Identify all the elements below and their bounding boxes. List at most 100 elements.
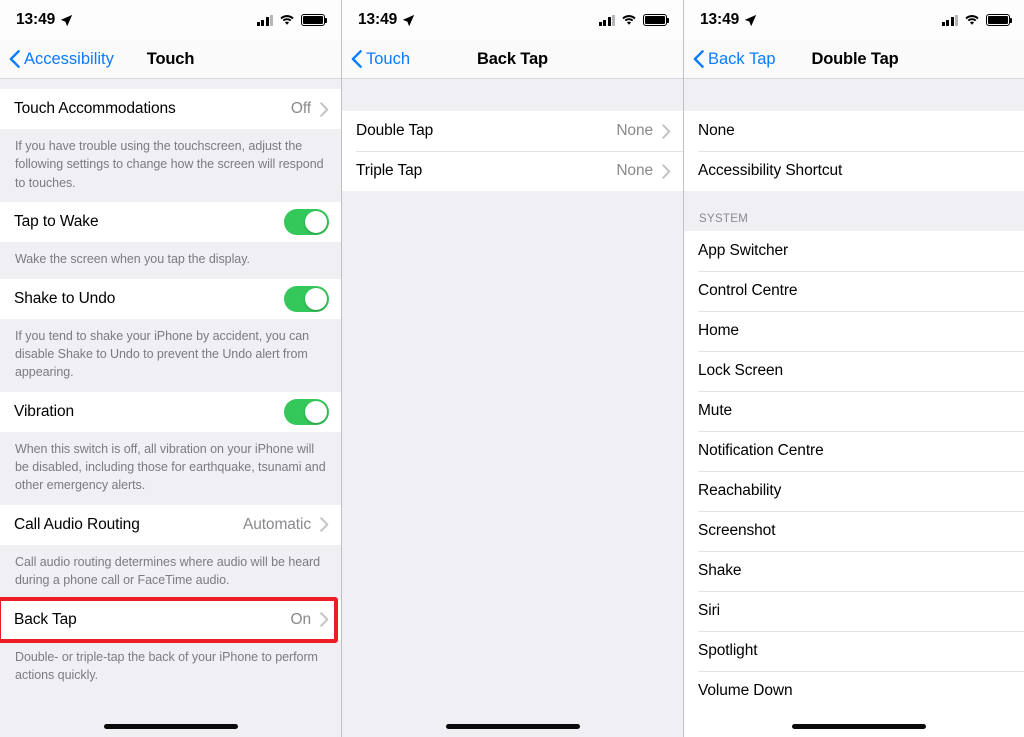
row-label: Screenshot bbox=[698, 522, 776, 539]
row-tap-to-wake[interactable]: Tap to Wake bbox=[0, 202, 341, 243]
empty-area bbox=[342, 191, 683, 691]
row-call-audio-routing[interactable]: Call Audio Routing Automatic bbox=[0, 504, 341, 545]
option-none[interactable]: None bbox=[684, 111, 1024, 151]
back-button-accessibility[interactable]: Accessibility bbox=[9, 50, 114, 69]
row-back-tap[interactable]: Back Tap On bbox=[0, 599, 341, 640]
chevron-right-icon bbox=[320, 517, 329, 533]
row-label: Notification Centre bbox=[698, 442, 824, 459]
nav-bar-touch: Accessibility Touch bbox=[0, 40, 341, 79]
status-bar-right bbox=[598, 14, 670, 26]
row-triple-tap[interactable]: Triple Tap None bbox=[342, 151, 683, 191]
status-bar-right bbox=[941, 14, 1013, 26]
chevron-left-icon bbox=[351, 50, 362, 68]
status-bar-time: 13:49 bbox=[16, 11, 56, 28]
row-label: Spotlight bbox=[698, 642, 758, 659]
row-label: Lock Screen bbox=[698, 362, 784, 379]
home-indicator bbox=[792, 724, 926, 729]
chevron-left-icon bbox=[693, 50, 704, 68]
row-label: Control Centre bbox=[698, 282, 798, 299]
option-spotlight[interactable]: Spotlight bbox=[684, 631, 1024, 671]
panel-back-tap: 13:49 Touch Back Tap Double Tap None Tri… bbox=[342, 0, 683, 737]
row-label: Call Audio Routing bbox=[14, 515, 140, 533]
double-tap-options-list: None Accessibility Shortcut SYSTEM App S… bbox=[684, 79, 1024, 737]
back-tap-list: Double Tap None Triple Tap None bbox=[342, 79, 683, 737]
row-shake-to-undo[interactable]: Shake to Undo bbox=[0, 278, 341, 319]
option-volume-down[interactable]: Volume Down bbox=[684, 671, 1024, 711]
back-button-back-tap[interactable]: Back Tap bbox=[693, 50, 776, 69]
wifi-icon bbox=[965, 15, 979, 25]
panel-touch-settings: 13:49 Accessibility Touch Touch Accommod… bbox=[0, 0, 341, 737]
nav-bar-back-tap: Touch Back Tap bbox=[342, 40, 683, 79]
home-indicator bbox=[103, 724, 238, 729]
battery-full-icon bbox=[643, 14, 670, 26]
back-button-label: Touch bbox=[366, 49, 411, 68]
status-bar: 13:49 bbox=[684, 0, 1024, 40]
chevron-left-icon bbox=[9, 50, 20, 68]
toggle-tap-to-wake[interactable] bbox=[284, 209, 329, 236]
footnote-tap-to-wake: Wake the screen when you tap the display… bbox=[0, 242, 341, 279]
section-header-system: SYSTEM bbox=[684, 191, 1024, 231]
chevron-right-icon bbox=[320, 101, 329, 117]
cellular-signal-icon bbox=[941, 14, 958, 26]
row-label: Mute bbox=[698, 402, 733, 419]
status-bar-right bbox=[256, 14, 328, 26]
status-bar-left: 13:49 bbox=[700, 11, 757, 29]
footnote-vibration: When this switch is off, all vibration o… bbox=[0, 431, 341, 505]
row-label: Reachability bbox=[698, 482, 782, 499]
location-arrow-icon bbox=[60, 14, 73, 26]
list-top-spacer bbox=[684, 79, 1024, 111]
row-label: Shake bbox=[698, 562, 742, 579]
three-panel-screenshot: 13:49 Accessibility Touch Touch Accommod… bbox=[0, 0, 1024, 737]
battery-full-icon bbox=[986, 14, 1013, 26]
option-app-switcher[interactable]: App Switcher bbox=[684, 231, 1024, 271]
row-label: Shake to Undo bbox=[14, 289, 116, 307]
row-label: App Switcher bbox=[698, 242, 789, 259]
row-touch-accommodations[interactable]: Touch Accommodations Off bbox=[0, 89, 341, 129]
back-button-label: Back Tap bbox=[708, 49, 776, 68]
row-label: Volume Down bbox=[698, 682, 793, 699]
option-shake[interactable]: Shake bbox=[684, 551, 1024, 591]
toggle-knob bbox=[305, 211, 327, 234]
status-bar: 13:49 bbox=[0, 0, 341, 40]
touch-settings-list: Touch Accommodations Off If you have tro… bbox=[0, 79, 341, 737]
wifi-icon bbox=[622, 15, 636, 25]
row-vibration[interactable]: Vibration bbox=[0, 391, 341, 432]
option-reachability[interactable]: Reachability bbox=[684, 471, 1024, 511]
option-control-centre[interactable]: Control Centre bbox=[684, 271, 1024, 311]
cellular-signal-icon bbox=[598, 14, 615, 26]
option-screenshot[interactable]: Screenshot bbox=[684, 511, 1024, 551]
option-lock-screen[interactable]: Lock Screen bbox=[684, 351, 1024, 391]
row-double-tap[interactable]: Double Tap None bbox=[342, 111, 683, 151]
panel-double-tap: 13:49 Back Tap Double Tap None Accessibi… bbox=[684, 0, 1024, 737]
list-top-spacer bbox=[342, 79, 683, 111]
row-value: Automatic bbox=[242, 515, 311, 533]
battery-full-icon bbox=[301, 14, 328, 26]
status-bar: 13:49 bbox=[342, 0, 683, 40]
option-home[interactable]: Home bbox=[684, 311, 1024, 351]
status-bar-left: 13:49 bbox=[358, 11, 415, 29]
chevron-right-icon bbox=[320, 612, 329, 627]
option-mute[interactable]: Mute bbox=[684, 391, 1024, 431]
option-siri[interactable]: Siri bbox=[684, 591, 1024, 631]
toggle-vibration[interactable] bbox=[284, 398, 329, 425]
footnote-shake-to-undo: If you tend to shake your iPhone by acci… bbox=[0, 318, 341, 392]
option-accessibility-shortcut[interactable]: Accessibility Shortcut bbox=[684, 151, 1024, 191]
row-value: None bbox=[616, 122, 653, 139]
row-label: Siri bbox=[698, 602, 720, 619]
row-label: Back Tap bbox=[14, 610, 77, 628]
row-label: Double Tap bbox=[356, 122, 434, 139]
status-bar-time: 13:49 bbox=[358, 11, 398, 28]
option-notification-centre[interactable]: Notification Centre bbox=[684, 431, 1024, 471]
list-top-spacer bbox=[0, 79, 341, 89]
highlighted-row-wrapper: Back Tap On bbox=[0, 596, 341, 643]
location-arrow-icon bbox=[402, 14, 415, 26]
back-button-touch[interactable]: Touch bbox=[351, 50, 410, 69]
row-label: None bbox=[698, 122, 735, 139]
toggle-shake-to-undo[interactable] bbox=[284, 285, 329, 312]
chevron-right-icon bbox=[662, 163, 671, 179]
cellular-signal-icon bbox=[256, 14, 273, 26]
row-label: Accessibility Shortcut bbox=[698, 162, 843, 179]
footnote-back-tap: Double- or triple-tap the back of your i… bbox=[0, 639, 341, 695]
row-label: Touch Accommodations bbox=[14, 100, 176, 117]
status-bar-left: 13:49 bbox=[16, 11, 73, 29]
